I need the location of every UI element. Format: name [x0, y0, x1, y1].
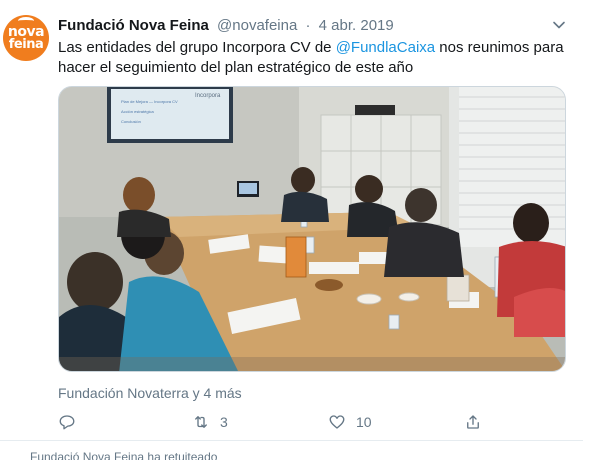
slide-bullet: Acción estratégica: [121, 109, 154, 114]
reply-button[interactable]: [58, 410, 86, 434]
next-tweet-preview: Fundació Nova Feina ha retuiteado: [30, 450, 218, 460]
tweet-actions: 3 10: [58, 410, 479, 434]
mention-link[interactable]: @FundlaCaixa: [336, 39, 435, 56]
chevron-down-icon[interactable]: [552, 18, 566, 32]
tweet-text: Las entidades del grupo Incorpora CV de …: [58, 38, 568, 78]
tweet-photo[interactable]: Incorpora Plan de Mejora — Incorpora CV …: [58, 86, 566, 372]
retweet-icon: [195, 416, 207, 428]
tweet-text-start: Las entidades del grupo Incorpora CV de: [58, 39, 336, 56]
like-count: 10: [356, 414, 372, 430]
author-handle[interactable]: @novafeina: [217, 17, 297, 34]
share-button[interactable]: [464, 410, 482, 434]
tweet-date[interactable]: 4 abr. 2019: [319, 17, 394, 34]
avatar[interactable]: nova feina: [3, 15, 49, 61]
avatar-text-line2: feina: [8, 37, 44, 52]
like-button[interactable]: 10: [328, 410, 372, 434]
slide-bullet: Plan de Mejora — Incorpora CV: [121, 99, 178, 104]
tweet[interactable]: nova feina Fundació Nova Feina @novafein…: [0, 0, 583, 441]
share-icon: [467, 415, 479, 429]
slide-title: Incorpora: [195, 93, 221, 99]
retweet-button[interactable]: 3: [192, 410, 228, 434]
meeting-photo: Incorpora Plan de Mejora — Incorpora CV …: [59, 87, 565, 371]
heart-icon: [329, 415, 345, 429]
liked-by-text[interactable]: Fundación Novaterra y 4 más: [58, 384, 242, 402]
tweet-header: Fundació Nova Feina @novafeina · 4 abr. …: [58, 16, 394, 36]
header-separator: ·: [305, 17, 311, 34]
author-name[interactable]: Fundació Nova Feina: [58, 17, 209, 34]
retweet-count: 3: [220, 414, 228, 430]
slide-bullet: Conclusión: [121, 119, 141, 124]
reply-icon: [59, 415, 75, 430]
